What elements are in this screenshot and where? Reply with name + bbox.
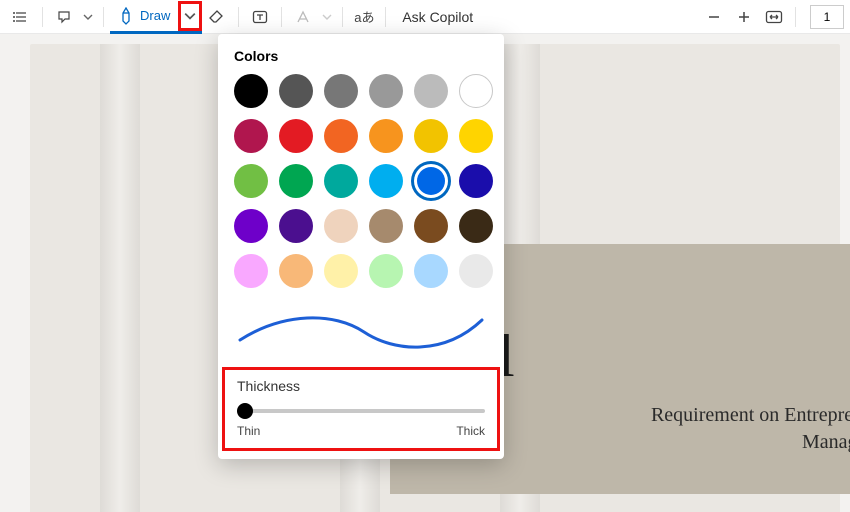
ask-copilot-label: Ask Copilot [402,9,473,25]
plus-icon [737,10,751,24]
draw-tool-group: Draw [110,1,202,34]
read-aloud-button[interactable] [49,3,79,31]
pen-icon [118,7,134,25]
color-swatch[interactable] [369,119,403,153]
color-swatch[interactable] [324,209,358,243]
textbox-icon [252,9,268,25]
thickness-section: Thickness Thin Thick [222,367,500,451]
color-swatch[interactable] [234,164,268,198]
color-swatch[interactable] [369,254,403,288]
separator [385,7,386,27]
contents-icon [13,9,29,25]
slider-rail [237,409,485,413]
color-swatch[interactable] [459,254,493,288]
color-swatch[interactable] [279,119,313,153]
color-swatch[interactable] [234,254,268,288]
separator [795,7,796,27]
color-swatch[interactable] [414,119,448,153]
thick-label: Thick [456,424,485,438]
separator [342,7,343,27]
separator [103,7,104,27]
color-swatch[interactable] [459,209,493,243]
color-swatch[interactable] [324,254,358,288]
color-swatch[interactable] [417,167,445,195]
eraser-button[interactable] [202,3,232,31]
toolbar: Draw aあ Ask Copilot 1 [0,0,850,34]
stroke-preview-curve [234,306,488,352]
color-swatch[interactable] [279,164,313,198]
color-swatch[interactable] [279,74,313,108]
color-swatch[interactable] [234,209,268,243]
read-aloud-chevron[interactable] [79,3,97,31]
contents-button[interactable] [6,3,36,31]
text-style-button[interactable] [288,3,318,31]
fit-width-button[interactable] [759,3,789,31]
color-swatch[interactable] [369,209,403,243]
page-number-value: 1 [824,10,831,24]
text-style-icon [295,9,311,25]
eraser-icon [208,9,226,25]
translate-icon: aあ [354,7,374,26]
color-swatch[interactable] [234,74,268,108]
page-number-input[interactable]: 1 [810,5,844,29]
read-aloud-icon [56,9,72,25]
zoom-in-button[interactable] [729,3,759,31]
textbox-button[interactable] [245,3,275,31]
color-swatch[interactable] [369,74,403,108]
color-swatch[interactable] [369,164,403,198]
draw-options-popover: Colors Thickness Thin Thick [218,34,504,459]
separator [42,7,43,27]
slider-labels: Thin Thick [237,424,485,438]
chevron-down-icon [322,12,332,22]
chevron-down-icon [83,12,93,22]
ask-copilot-button[interactable]: Ask Copilot [392,3,483,31]
color-swatch[interactable] [279,209,313,243]
color-swatch[interactable] [324,74,358,108]
color-swatch[interactable] [414,74,448,108]
chevron-down-icon [184,10,196,22]
minus-icon [707,10,721,24]
decorative-column [100,44,140,512]
translate-button[interactable]: aあ [349,3,379,31]
separator [281,7,282,27]
thickness-heading: Thickness [237,378,485,394]
draw-button[interactable]: Draw [110,2,178,30]
color-swatch[interactable] [234,119,268,153]
text-style-chevron[interactable] [318,3,336,31]
color-swatch-grid [218,74,504,296]
color-swatch[interactable] [414,209,448,243]
draw-label: Draw [140,8,170,23]
separator [238,7,239,27]
draw-options-chevron[interactable] [178,1,202,31]
thin-label: Thin [237,424,260,438]
color-swatch[interactable] [414,254,448,288]
color-swatch[interactable] [459,74,493,108]
colors-heading: Colors [218,34,504,74]
color-swatch[interactable] [279,254,313,288]
color-swatch[interactable] [324,119,358,153]
fit-width-icon [765,10,783,24]
color-swatch[interactable] [459,164,493,198]
stroke-preview [218,296,504,367]
color-swatch[interactable] [459,119,493,153]
color-swatch[interactable] [324,164,358,198]
slider-thumb[interactable] [237,403,253,419]
zoom-out-button[interactable] [699,3,729,31]
thickness-slider[interactable] [237,402,485,420]
